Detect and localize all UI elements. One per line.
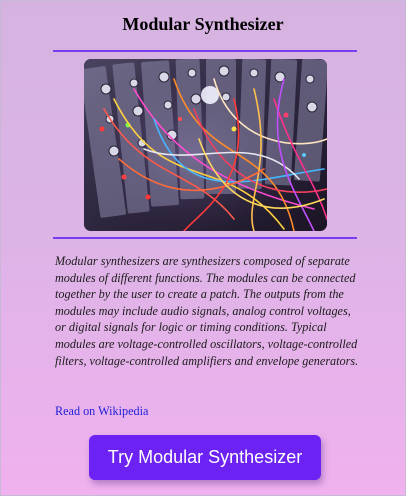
synth-card: Modular Synthesizer Modular synthesizers… [0,0,406,496]
synth-photo-graphic [84,59,327,231]
bottom-divider [53,237,357,239]
try-synth-button[interactable]: Try Modular Synthesizer [89,435,321,480]
top-divider [53,50,357,52]
synth-photo [84,59,327,231]
card-title: Modular Synthesizer [122,14,284,34]
wikipedia-link[interactable]: Read on Wikipedia [55,404,148,419]
synth-description: Modular synthesizers are synthesizers co… [55,254,359,368]
